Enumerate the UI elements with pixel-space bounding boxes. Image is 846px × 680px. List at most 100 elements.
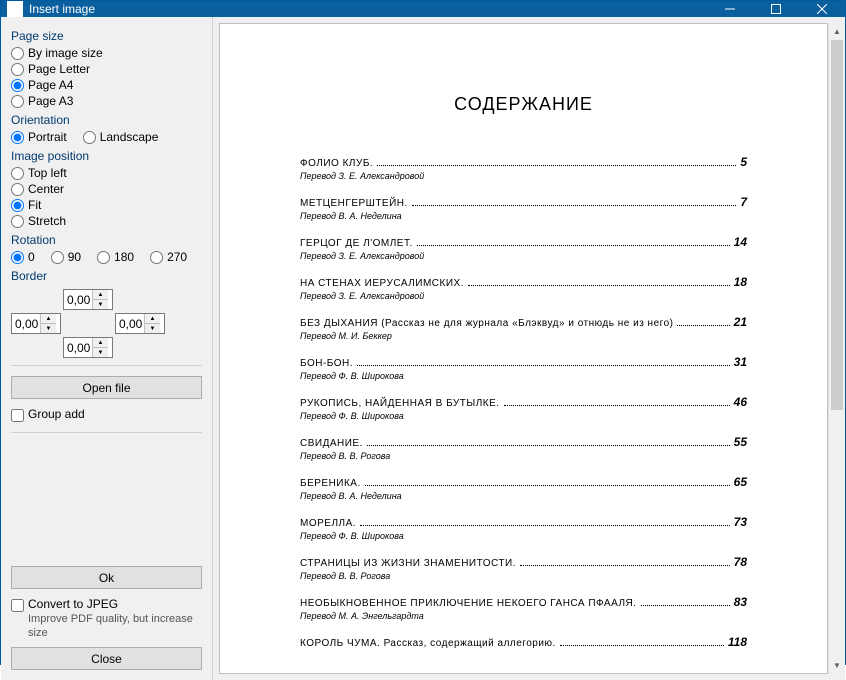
toc-subtitle: Перевод З. Е. Александровой <box>300 291 747 301</box>
group-add-checkbox[interactable]: Group add <box>11 407 202 422</box>
preview-area: СОДЕРЖАНИЕ ФОЛИО КЛУБ. 5 Перевод З. Е. Але… <box>213 17 845 680</box>
toc-page: 118 <box>728 635 747 649</box>
radio-180[interactable]: 180 <box>97 250 134 264</box>
radio-fit[interactable]: Fit <box>11 198 202 212</box>
spin-up-icon[interactable]: ▲ <box>93 338 108 348</box>
radio-center[interactable]: Center <box>11 182 202 196</box>
toc-item: ГЕРЦОГ ДЕ Л'ОМЛЕТ.14Перевод З. Е. Алекса… <box>300 235 747 261</box>
orientation-group: Portrait Landscape <box>11 129 202 145</box>
toc-title: КОРОЛЬ ЧУМА. Рассказ, содержащий аллегор… <box>300 638 556 649</box>
vertical-scrollbar[interactable]: ▲ ▼ <box>828 23 845 674</box>
titlebar: Insert image <box>1 1 845 17</box>
border-left-input[interactable] <box>12 314 40 333</box>
open-file-button[interactable]: Open file <box>11 376 202 399</box>
toc-page: 31 <box>734 355 747 369</box>
toc-dots <box>417 245 730 246</box>
window-title: Insert image <box>29 2 707 16</box>
rotation-label: Rotation <box>11 233 202 247</box>
toc-subtitle: Перевод Ф. В. Широкова <box>300 531 747 541</box>
border-top-spin[interactable]: ▲▼ <box>63 289 113 310</box>
border-bottom-input[interactable] <box>64 338 92 357</box>
toc-title: МЕТЦЕНГЕРШТЕЙН. <box>300 198 408 209</box>
radio-page-a3[interactable]: Page A3 <box>11 94 202 108</box>
close-button[interactable] <box>799 1 845 17</box>
toc-title: БЕРЕНИКА. <box>300 478 361 489</box>
radio-by-image-size[interactable]: By image size <box>11 46 202 60</box>
radio-270[interactable]: 270 <box>150 250 187 264</box>
window-buttons <box>707 1 845 17</box>
close-dialog-button[interactable]: Close <box>11 647 202 670</box>
toc-dots <box>412 205 737 206</box>
toc-item: БЕРЕНИКА.65Перевод В. А. Неделина <box>300 475 747 501</box>
scroll-track[interactable] <box>829 40 845 657</box>
spin-up-icon[interactable]: ▲ <box>93 290 108 300</box>
minimize-button[interactable] <box>707 1 753 17</box>
toc-dots <box>560 645 724 646</box>
toc-dots <box>641 605 730 606</box>
radio-page-a4[interactable]: Page A4 <box>11 78 202 92</box>
radio-page-letter[interactable]: Page Letter <box>11 62 202 76</box>
convert-jpeg-checkbox[interactable]: Convert to JPEG Improve PDF quality, but… <box>11 597 202 639</box>
spin-down-icon[interactable]: ▼ <box>93 300 108 309</box>
toc-page: 78 <box>734 555 747 569</box>
toc-title: СТРАНИЦЫ ИЗ ЖИЗНИ ЗНАМЕНИТОСТИ. <box>300 558 516 569</box>
border-left-spin[interactable]: ▲▼ <box>11 313 61 334</box>
toc-item: НЕОБЫКНОВЕННОЕ ПРИКЛЮЧЕНИЕ НЕКОЕГО ГАНСА… <box>300 595 747 621</box>
scroll-up-icon[interactable]: ▲ <box>829 23 845 40</box>
toc-dots <box>677 325 729 326</box>
toc-page: 5 <box>740 155 747 169</box>
toc-dots <box>520 565 730 566</box>
spin-down-icon[interactable]: ▼ <box>93 348 108 357</box>
toc-page: 65 <box>734 475 747 489</box>
radio-landscape[interactable]: Landscape <box>83 130 159 144</box>
border-right-spin[interactable]: ▲▼ <box>115 313 165 334</box>
spin-down-icon[interactable]: ▼ <box>145 324 160 333</box>
ok-button[interactable]: Ok <box>11 566 202 589</box>
border-right-input[interactable] <box>116 314 144 333</box>
spin-up-icon[interactable]: ▲ <box>41 314 56 324</box>
radio-top-left[interactable]: Top left <box>11 166 202 180</box>
radio-90[interactable]: 90 <box>51 250 81 264</box>
toc-page: 46 <box>734 395 747 409</box>
toc-dots <box>377 165 736 166</box>
spin-up-icon[interactable]: ▲ <box>145 314 160 324</box>
radio-0[interactable]: 0 <box>11 250 35 264</box>
maximize-button[interactable] <box>753 1 799 17</box>
radio-portrait[interactable]: Portrait <box>11 130 67 144</box>
radio-stretch[interactable]: Stretch <box>11 214 202 228</box>
scroll-thumb[interactable] <box>831 40 843 410</box>
body: Page size By image size Page Letter Page… <box>1 17 845 680</box>
toc-subtitle: Перевод М. А. Энгельгардта <box>300 611 747 621</box>
toc-item: НА СТЕНАХ ИЕРУСАЛИМСКИХ. 18 Перевод З. Е. … <box>300 275 747 301</box>
rotation-group: 0 90 180 270 <box>11 249 202 265</box>
toc-page: 83 <box>734 595 747 609</box>
toc-subtitle: Перевод З. Е. Александровой <box>300 171 747 181</box>
toc-item: КОРОЛЬ ЧУМА. Рассказ, содержащий аллегор… <box>300 635 747 649</box>
toc-subtitle: Перевод Ф. В. Широкова <box>300 411 747 421</box>
toc-title: БЕЗ ДЫХАНИЯ (Рассказ не для журнала «Блэ… <box>300 318 673 329</box>
toc-page: 18 <box>734 275 747 289</box>
toc-dots <box>468 285 730 286</box>
page-size-label: Page size <box>11 29 202 43</box>
spin-down-icon[interactable]: ▼ <box>41 324 56 333</box>
border-top-input[interactable] <box>64 290 92 309</box>
divider <box>11 432 202 433</box>
toc-page: 21 <box>734 315 747 329</box>
toc-dots <box>360 525 730 526</box>
window: Insert image Page size By image size Pag… <box>0 0 846 665</box>
page-title: СОДЕРЖАНИЕ <box>300 94 747 115</box>
border-label: Border <box>11 269 202 283</box>
toc-item: СВИДАНИЕ.55Перевод В. В. Рогова <box>300 435 747 461</box>
toc-subtitle: Перевод З. Е. Александровой <box>300 251 747 261</box>
toc-subtitle: Перевод В. А. Неделина <box>300 211 747 221</box>
toc-subtitle: Перевод М. И. Беккер <box>300 331 747 341</box>
scroll-down-icon[interactable]: ▼ <box>829 657 845 674</box>
toc-item: ФОЛИО КЛУБ. 5 Перевод З. Е. Александровой <box>300 155 747 181</box>
toc-title: ФОЛИО КЛУБ. <box>300 158 373 169</box>
toc-subtitle: Перевод В. В. Рогова <box>300 571 747 581</box>
toc-subtitle: Перевод Ф. В. Широкова <box>300 371 747 381</box>
border-bottom-spin[interactable]: ▲▼ <box>63 337 113 358</box>
app-icon <box>7 1 23 17</box>
toc-title: НА СТЕНАХ ИЕРУСАЛИМСКИХ. <box>300 278 464 289</box>
toc-list: ФОЛИО КЛУБ. 5 Перевод З. Е. Александровой М… <box>300 155 747 649</box>
